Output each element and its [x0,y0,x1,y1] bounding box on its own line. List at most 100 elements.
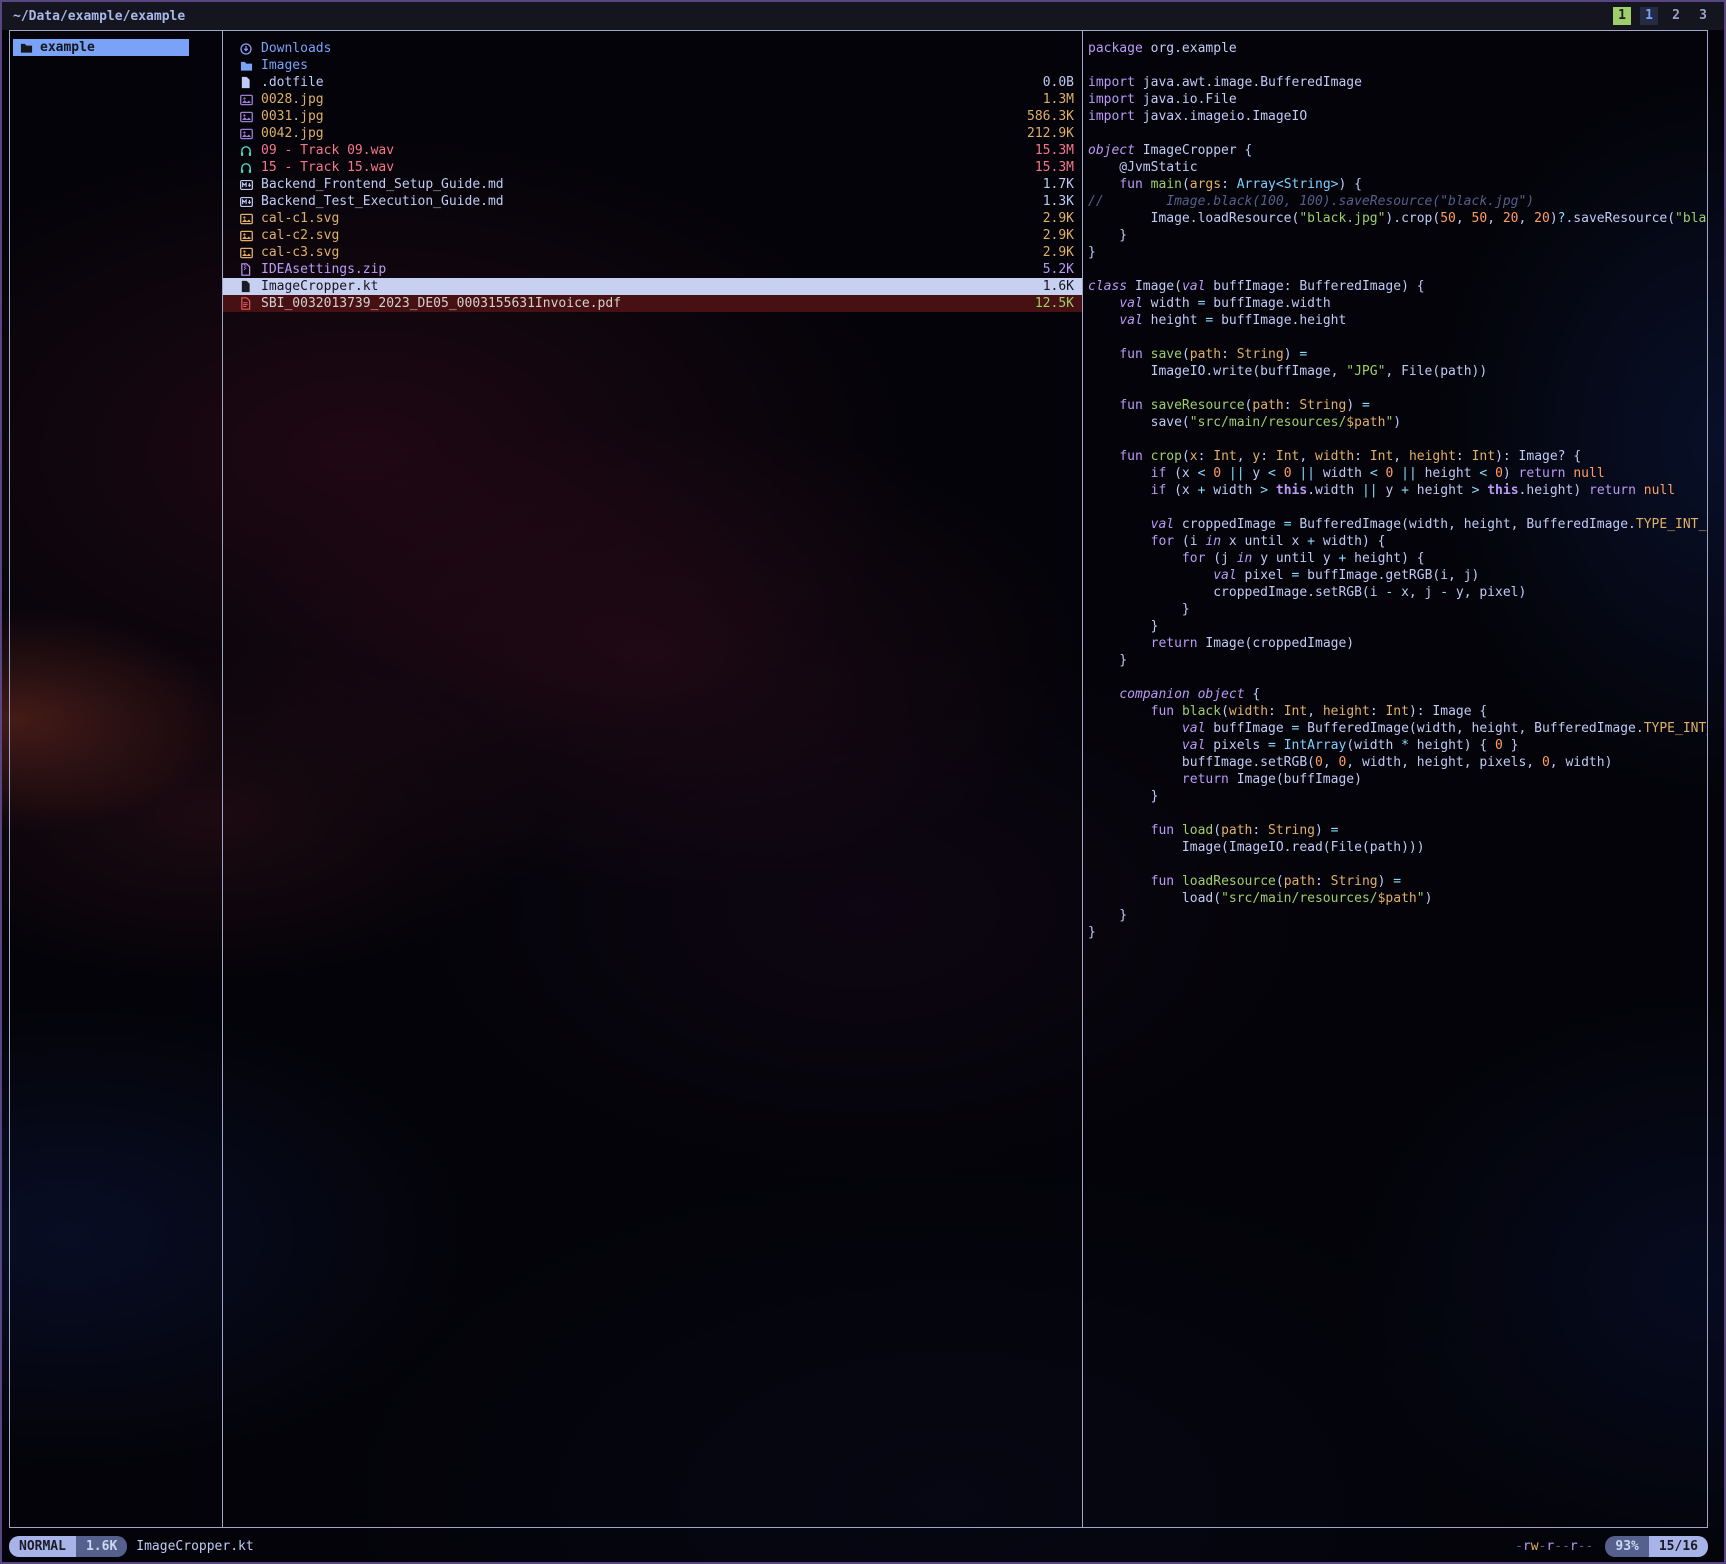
file-size: 0.0B [1035,75,1074,90]
file-row[interactable]: 15 - Track 15.wav 15.3M [223,159,1082,176]
code-line: object ImageCropper { [1088,142,1707,159]
audio-icon [240,162,254,174]
code-line: for (i in x until x + width) { [1088,533,1707,550]
status-filename: ImageCropper.kt [136,1539,253,1554]
file-size: 5.2K [1035,262,1074,277]
image-icon [240,247,254,259]
folder-icon [20,42,33,54]
code-line: fun saveResource(path: String) = [1088,397,1707,414]
file-row[interactable]: cal-c1.svg2.9K [223,210,1082,227]
file-name: Backend_Test_Execution_Guide.md [261,194,504,209]
file-row[interactable]: 0031.jpg 586.3K [223,108,1082,125]
file-row[interactable]: ImageCropper.kt 1.6K [223,278,1082,295]
file-rows: DownloadsImages.dotfile0.0B0028.jpg1.3M0… [223,31,1082,312]
file-row[interactable]: Downloads [223,40,1082,57]
file-row[interactable]: Backend_Frontend_Setup_Guide.md1.7K [223,176,1082,193]
code-line: load("src/main/resources/$path") [1088,890,1707,907]
folder-download-icon [240,43,254,55]
code-line [1088,856,1707,873]
code-line: import java.awt.image.BufferedImage [1088,74,1707,91]
code-line: package org.example [1088,40,1707,57]
code-line [1088,431,1707,448]
file-name: 0031.jpg [261,109,324,124]
file-name: .dotfile [261,75,324,90]
file-icon [240,280,254,293]
file-size-badge: 1.6K [76,1536,127,1557]
file-size: 1.3K [1035,194,1074,209]
code-line: val height = buffImage.height [1088,312,1707,329]
code-line: @JvmStatic [1088,159,1707,176]
code-line: fun crop(x: Int, y: Int, width: Int, hei… [1088,448,1707,465]
code-line: return Image(buffImage) [1088,771,1707,788]
code-line: return Image(croppedImage) [1088,635,1707,652]
file-name: ImageCropper.kt [261,279,378,294]
progress-percent: 93% [1605,1536,1648,1557]
audio-icon [240,145,254,157]
mode-badge: NORMAL [9,1536,76,1557]
code-line: val width = buffImage.width [1088,295,1707,312]
terminal-screen: ~/Data/example/example 1123 example Down… [0,0,1726,1564]
file-row[interactable]: 0042.jpg212.9K [223,125,1082,142]
tab-3[interactable]: 2 [1667,7,1685,25]
main-box: example DownloadsImages.dotfile0.0B0028.… [9,30,1708,1528]
file-row[interactable]: .dotfile 0.0B [223,74,1082,91]
code-line [1088,329,1707,346]
code-line: val croppedImage = BufferedImage(width, … [1088,516,1707,533]
file-name: 0028.jpg [261,92,324,107]
parent-pane: example [10,31,223,1527]
code-line: } [1088,244,1707,261]
code-line: } [1088,924,1707,941]
file-size: 15.3M [1027,160,1074,175]
file-name: Images [261,58,308,73]
file-row[interactable]: Images [223,57,1082,74]
code-line: import java.io.File [1088,91,1707,108]
status-right-group: -rw-r--r-- 93% 15/16 [1515,1536,1708,1557]
markdown-icon [240,196,254,208]
file-row[interactable]: SBI_0032013739_2023_DE05_0003155631Invoi… [223,295,1082,312]
code-line: // Image.black(100, 100).saveResource("b… [1088,193,1707,210]
file-row[interactable]: cal-c3.svg2.9K [223,244,1082,261]
file-name: Downloads [261,41,331,56]
code-line [1088,57,1707,74]
file-size: 2.9K [1035,228,1074,243]
file-name: 0042.jpg [261,126,324,141]
image-icon [240,230,254,242]
code-line: } [1088,227,1707,244]
image-icon [240,111,254,123]
file-size: 2.9K [1035,245,1074,260]
file-row[interactable]: cal-c2.svg2.9K [223,227,1082,244]
tab-2[interactable]: 1 [1640,7,1658,25]
file-row[interactable]: Backend_Test_Execution_Guide.md 1.3K [223,193,1082,210]
position-indicator: 15/16 [1649,1536,1708,1557]
file-size: 1.6K [1035,279,1074,294]
tab-4[interactable]: 3 [1694,7,1712,25]
file-row[interactable]: 09 - Track 09.wav 15.3M [223,142,1082,159]
image-icon [240,128,254,140]
file-row[interactable]: 0028.jpg 1.3M [223,91,1082,108]
code-line: fun loadResource(path: String) = [1088,873,1707,890]
file-name: 09 - Track 09.wav [261,143,394,158]
image-icon [240,213,254,225]
status-bar: NORMAL 1.6K ImageCropper.kt -rw-r--r-- 9… [9,1535,1708,1558]
tab-1[interactable]: 1 [1613,7,1631,25]
file-name: 15 - Track 15.wav [261,160,394,175]
file-size: 1.3M [1035,92,1074,107]
preview-pane[interactable]: package org.example import java.awt.image… [1083,31,1707,1527]
file-size: 586.3K [1019,109,1074,124]
file-row[interactable]: IDEAsettings.zip5.2K [223,261,1082,278]
code-line: croppedImage.setRGB(i - x, j - y, pixel) [1088,584,1707,601]
code-line [1088,499,1707,516]
code-preview: package org.example import java.awt.image… [1083,31,1707,941]
code-line [1088,125,1707,142]
file-name: cal-c1.svg [261,211,339,226]
code-line: for (j in y until y + height) { [1088,550,1707,567]
code-line: if (x < 0 || y < 0 || width < 0 || heigh… [1088,465,1707,482]
code-line: companion object { [1088,686,1707,703]
code-line: } [1088,618,1707,635]
code-line: Image.loadResource("black.jpg").crop(50,… [1088,210,1707,227]
sidebar-item-example[interactable]: example [13,39,189,56]
code-line: } [1088,907,1707,924]
file-name: SBI_0032013739_2023_DE05_0003155631Invoi… [261,296,621,311]
code-line [1088,669,1707,686]
file-size: 15.3M [1027,143,1074,158]
